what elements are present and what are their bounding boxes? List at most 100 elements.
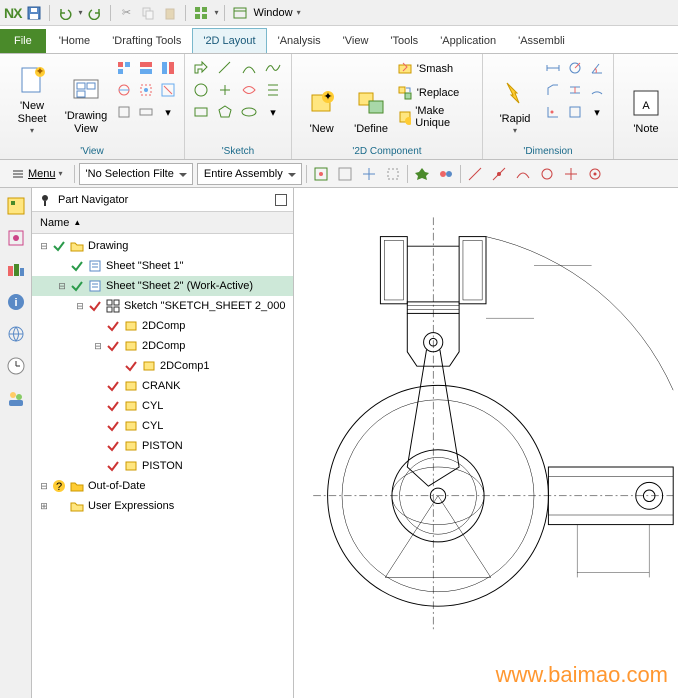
comp-new-button[interactable]: ✦ 'New (298, 58, 345, 136)
sketch-more-icon[interactable]: ▾ (263, 102, 283, 122)
lb-assembly-icon[interactable] (4, 226, 28, 250)
tb2-icon-2[interactable] (335, 164, 355, 184)
dim-perim-icon[interactable] (565, 102, 585, 122)
note-button[interactable]: A 'Note (620, 58, 672, 136)
assembly-combo[interactable]: Entire Assembly (197, 163, 302, 185)
lb-part-nav-icon[interactable] (4, 194, 28, 218)
expand-icon[interactable] (92, 400, 104, 412)
tree-row[interactable]: 2DComp (32, 316, 293, 336)
lb-reuse-icon[interactable] (4, 258, 28, 282)
navigator-maximize-icon[interactable] (275, 194, 287, 206)
check-icon[interactable] (88, 299, 102, 313)
lb-info-icon[interactable]: i (4, 290, 28, 314)
check-icon[interactable]: ? (52, 479, 66, 493)
dim-angular-icon[interactable] (587, 58, 607, 78)
check-icon[interactable] (106, 319, 120, 333)
expand-icon[interactable]: ⊟ (74, 300, 86, 312)
check-icon[interactable] (124, 359, 138, 373)
tb2-icon-5[interactable] (412, 164, 432, 184)
check-icon[interactable] (70, 259, 84, 273)
check-icon[interactable] (106, 439, 120, 453)
tab-drafting-tools[interactable]: 'Drafting Tools (101, 28, 192, 53)
tree-row[interactable]: ⊟2DComp (32, 336, 293, 356)
dim-more-icon[interactable]: ▾ (587, 102, 607, 122)
tree-row[interactable]: ⊞User Expressions (32, 496, 293, 516)
redo-icon[interactable] (86, 4, 104, 22)
drawing-canvas[interactable]: www.baimao.com (294, 188, 678, 698)
dim-radial-icon[interactable] (565, 58, 585, 78)
tab-tools[interactable]: 'Tools (379, 28, 429, 53)
tree-row[interactable]: CYL (32, 416, 293, 436)
tb2-icon-7[interactable] (465, 164, 485, 184)
navigator-column-header[interactable]: Name ▲ (32, 212, 293, 234)
comp-make-unique-button[interactable]: 'Make Unique (397, 106, 476, 128)
view-btn-3[interactable] (158, 58, 178, 78)
file-tab[interactable]: File (0, 29, 46, 53)
check-icon[interactable] (52, 499, 66, 513)
tb2-icon-8[interactable] (489, 164, 509, 184)
view-btn-7[interactable] (114, 102, 134, 122)
sketch-offset-icon[interactable] (263, 80, 283, 100)
expand-icon[interactable] (92, 320, 104, 332)
sketch-circle-icon[interactable] (191, 80, 211, 100)
save-icon[interactable] (25, 4, 43, 22)
pin-icon[interactable] (38, 193, 52, 207)
check-icon[interactable] (106, 379, 120, 393)
expand-icon[interactable] (92, 420, 104, 432)
grid-icon[interactable] (192, 4, 210, 22)
dim-chamfer-icon[interactable] (543, 80, 563, 100)
expand-icon[interactable] (92, 380, 104, 392)
expand-icon[interactable]: ⊞ (38, 500, 50, 512)
expand-icon[interactable] (56, 260, 68, 272)
expand-icon[interactable] (92, 440, 104, 452)
tree-row[interactable]: CYL (32, 396, 293, 416)
view-btn-2[interactable] (136, 58, 156, 78)
sketch-line-icon[interactable] (215, 58, 235, 78)
check-icon[interactable] (106, 459, 120, 473)
lb-internet-icon[interactable] (4, 322, 28, 346)
lb-roles-icon[interactable] (4, 386, 28, 410)
view-btn-5[interactable] (136, 80, 156, 100)
dim-linear-icon[interactable] (543, 58, 563, 78)
sketch-curve-icon[interactable] (239, 80, 259, 100)
sketch-spline-icon[interactable] (263, 58, 283, 78)
tab-application[interactable]: 'Application (429, 28, 507, 53)
tree-row[interactable]: ⊟Sheet "Sheet 2" (Work-Active) (32, 276, 293, 296)
tab-analysis[interactable]: 'Analysis (267, 28, 332, 53)
window-menu-label[interactable]: Window (253, 7, 292, 19)
check-icon[interactable] (106, 419, 120, 433)
undo-icon[interactable] (56, 4, 74, 22)
tb2-icon-12[interactable] (585, 164, 605, 184)
view-btn-1[interactable] (114, 58, 134, 78)
view-btn-6[interactable] (158, 80, 178, 100)
comp-replace-button[interactable]: 'Replace (397, 82, 476, 104)
menu-button[interactable]: Menu ▾ (4, 163, 70, 185)
expand-icon[interactable]: ⊟ (92, 340, 104, 352)
sketch-profile-icon[interactable] (191, 58, 211, 78)
tree-row[interactable]: CRANK (32, 376, 293, 396)
dropdown-caret[interactable]: ▾ (297, 8, 301, 17)
copy-icon[interactable] (139, 4, 157, 22)
comp-smash-button[interactable]: 'Smash (397, 58, 476, 80)
view-btn-9[interactable]: ▾ (158, 102, 178, 122)
tb2-icon-6[interactable] (436, 164, 456, 184)
expand-icon[interactable] (110, 360, 122, 372)
sketch-polygon-icon[interactable] (215, 102, 235, 122)
check-icon[interactable] (106, 399, 120, 413)
selection-filter-combo[interactable]: 'No Selection Filte (79, 163, 193, 185)
drawing-view-button[interactable]: 'Drawing View (60, 58, 112, 136)
expand-icon[interactable] (92, 460, 104, 472)
tab-assemblies[interactable]: 'Assembli (507, 28, 576, 53)
tb2-icon-11[interactable] (561, 164, 581, 184)
view-btn-8[interactable] (136, 102, 156, 122)
dropdown-caret[interactable]: ▾ (78, 8, 82, 17)
sketch-rect-icon[interactable] (191, 102, 211, 122)
sketch-point-icon[interactable] (215, 80, 235, 100)
tree-row[interactable]: PISTON (32, 436, 293, 456)
tb2-icon-3[interactable] (359, 164, 379, 184)
check-icon[interactable] (70, 279, 84, 293)
tree-row[interactable]: Sheet "Sheet 1" (32, 256, 293, 276)
tb2-icon-1[interactable] (311, 164, 331, 184)
new-sheet-button[interactable]: ✦ 'New Sheet ▾ (6, 58, 58, 136)
expand-icon[interactable]: ⊟ (38, 480, 50, 492)
